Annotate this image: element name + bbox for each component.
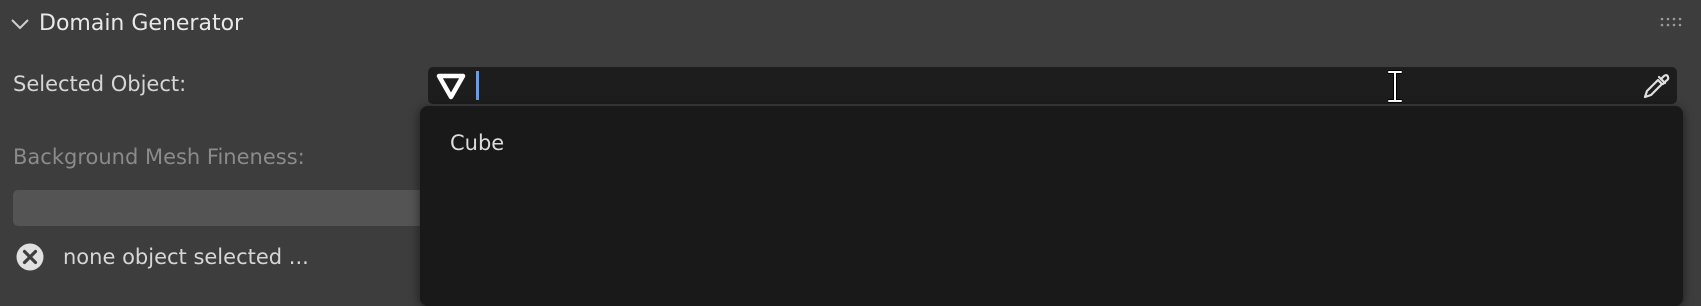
- error-icon: [16, 243, 44, 271]
- chevron-down-icon[interactable]: [10, 14, 30, 34]
- status-message: none object selected ...: [15, 242, 435, 272]
- eyedropper-icon[interactable]: [1641, 71, 1671, 101]
- panel-title: Domain Generator: [39, 11, 244, 36]
- fineness-label: Background Mesh Fineness:: [13, 145, 305, 169]
- selected-object-field[interactable]: [428, 67, 1677, 104]
- selected-object-input[interactable]: [484, 67, 1604, 104]
- dropdown-item-label: Cube: [450, 131, 505, 155]
- selected-object-label: Selected Object:: [13, 72, 187, 96]
- object-search-dropdown: Cube: [420, 106, 1683, 306]
- drag-handle-icon[interactable]: [1660, 16, 1682, 28]
- text-cursor-icon: [1388, 70, 1402, 103]
- mesh-data-icon: [436, 73, 466, 100]
- dropdown-item-cube[interactable]: Cube: [420, 126, 1683, 160]
- panel-header[interactable]: Domain Generator: [0, 0, 1701, 48]
- text-caret: [476, 71, 479, 100]
- status-text: none object selected ...: [63, 245, 309, 269]
- fineness-slider[interactable]: [13, 190, 443, 226]
- domain-generator-panel: Domain Generator Selected Object: Backgr…: [0, 0, 1701, 306]
